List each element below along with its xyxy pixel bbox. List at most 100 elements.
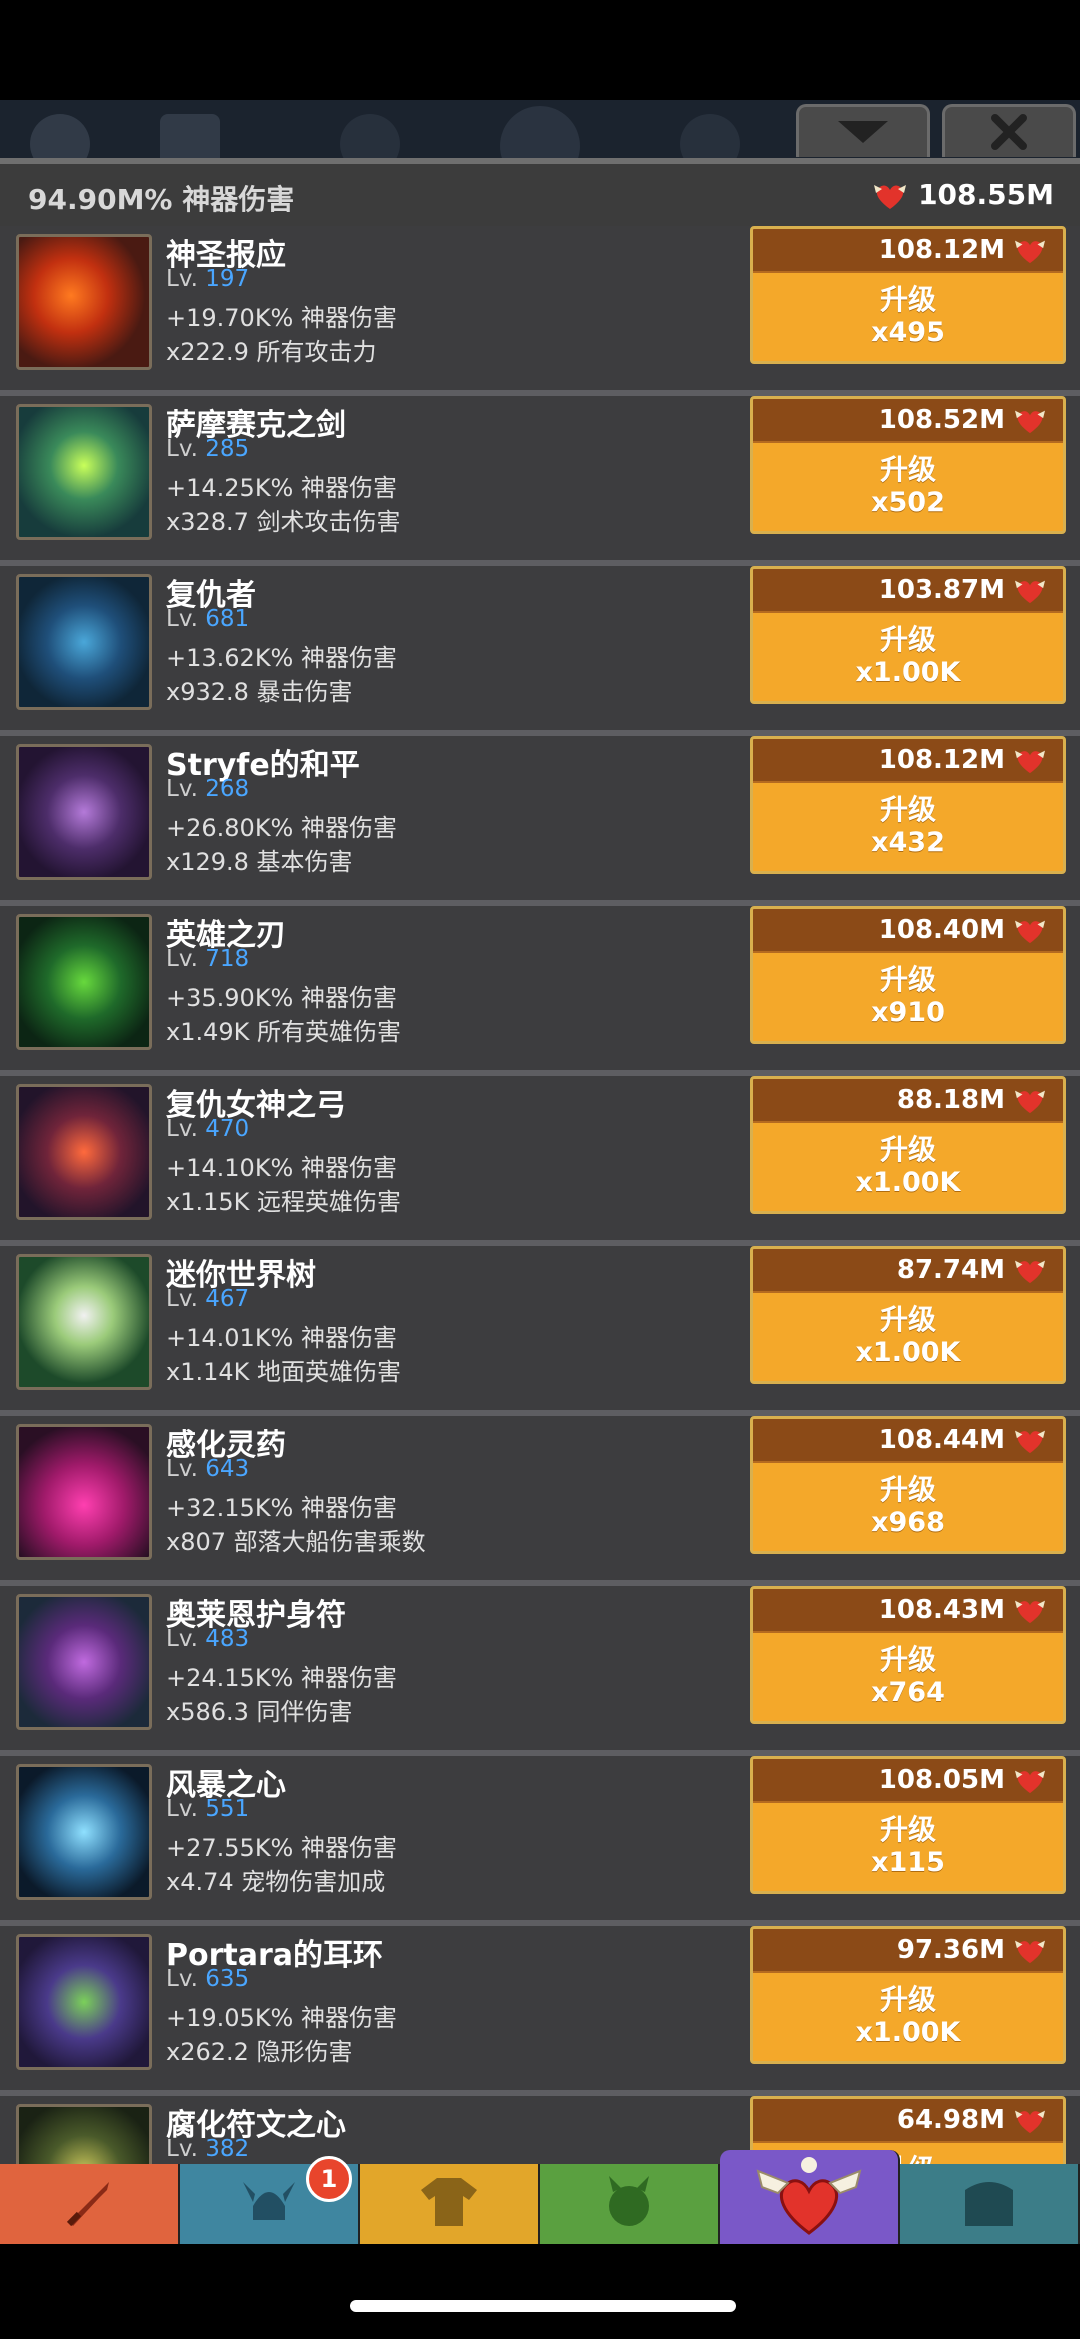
close-tab[interactable] bbox=[942, 104, 1076, 157]
tree-icon[interactable] bbox=[16, 1254, 152, 1390]
artifact-stat-primary: +14.25K% 神器伤害 bbox=[166, 474, 397, 502]
relic-icon bbox=[1015, 920, 1045, 944]
artifact-row[interactable]: Stryfe的和平 Lv. 268 +26.80K% 神器伤害 x129.8 基… bbox=[0, 736, 1080, 906]
bow-icon[interactable] bbox=[16, 1084, 152, 1220]
viking-helmet-icon bbox=[239, 2172, 299, 2236]
nav-tab-chest[interactable] bbox=[900, 2164, 1080, 2244]
artifact-stat-secondary: x1.14K 地面英雄伤害 bbox=[166, 1358, 402, 1386]
nav-tab-pet[interactable] bbox=[540, 2164, 720, 2244]
relic-icon bbox=[1015, 2110, 1045, 2134]
upgrade-button[interactable]: 108.44M 升级 x968 bbox=[750, 1416, 1066, 1554]
relic-icon bbox=[1015, 1090, 1045, 1114]
upgrade-cost: 88.18M bbox=[753, 1079, 1063, 1123]
artifact-header: 94.90M% 神器伤害 108.55M bbox=[0, 158, 1080, 226]
green-sword-icon[interactable] bbox=[16, 404, 152, 540]
artifact-stat-primary: +14.01K% 神器伤害 bbox=[166, 1324, 397, 1352]
upgrade-multiplier: x1.00K bbox=[855, 2017, 961, 2048]
upgrade-button[interactable]: 108.05M 升级 x115 bbox=[750, 1756, 1066, 1894]
upgrade-multiplier: x432 bbox=[871, 827, 945, 858]
artifact-stat-primary: +32.15K% 神器伤害 bbox=[166, 1494, 397, 1522]
upgrade-cost: 64.98M bbox=[753, 2099, 1063, 2143]
nav-tab-sword[interactable] bbox=[0, 2164, 180, 2244]
upgrade-button[interactable]: 108.12M 升级 x432 bbox=[750, 736, 1066, 874]
artifact-stat-secondary: x328.7 剑术攻击伤害 bbox=[166, 508, 401, 536]
artifact-level: Lv. 681 bbox=[166, 606, 250, 632]
artifact-level: Lv. 718 bbox=[166, 946, 250, 972]
upgrade-multiplier: x910 bbox=[871, 997, 945, 1028]
upgrade-button[interactable]: 108.12M 升级 x495 bbox=[750, 226, 1066, 364]
artifact-stat-primary: +13.62K% 神器伤害 bbox=[166, 644, 397, 672]
upgrade-button[interactable]: 87.74M 升级 x1.00K bbox=[750, 1246, 1066, 1384]
upgrade-cost: 97.36M bbox=[753, 1929, 1063, 1973]
nav-tab-winged-heart[interactable] bbox=[720, 2150, 900, 2244]
storm-orb-icon[interactable] bbox=[16, 1764, 152, 1900]
upgrade-cost: 108.12M bbox=[753, 229, 1063, 273]
relic-amount: 108.55M bbox=[918, 178, 1054, 211]
artifact-row[interactable]: 感化灵药 Lv. 643 +32.15K% 神器伤害 x807 部落大船伤害乘数… bbox=[0, 1416, 1080, 1586]
collapse-tab[interactable] bbox=[796, 104, 930, 157]
orb-icon bbox=[680, 114, 740, 160]
upgrade-button[interactable]: 108.40M 升级 x910 bbox=[750, 906, 1066, 1044]
upgrade-cost: 108.43M bbox=[753, 1589, 1063, 1633]
artifact-stat-secondary: x1.49K 所有英雄伤害 bbox=[166, 1018, 402, 1046]
gear-icon[interactable] bbox=[30, 114, 90, 160]
notification-badge: 1 bbox=[306, 2156, 352, 2202]
artifact-stat-secondary: x262.2 隐形伤害 bbox=[166, 2038, 353, 2066]
upgrade-button[interactable]: 88.18M 升级 x1.00K bbox=[750, 1076, 1066, 1214]
artifact-row[interactable]: 迷你世界树 Lv. 467 +14.01K% 神器伤害 x1.14K 地面英雄伤… bbox=[0, 1246, 1080, 1416]
upgrade-multiplier: x115 bbox=[871, 1847, 945, 1878]
artifact-list[interactable]: 神圣报应 Lv. 197 +19.70K% 神器伤害 x222.9 所有攻击力 … bbox=[0, 226, 1080, 2266]
artifact-level: Lv. 382 bbox=[166, 2136, 250, 2162]
relic-balance: 108.55M bbox=[872, 178, 1054, 211]
artifact-level: Lv. 483 bbox=[166, 1626, 250, 1652]
upgrade-label: 升级 bbox=[879, 1643, 936, 1676]
amulet-icon[interactable] bbox=[16, 1594, 152, 1730]
artifact-stat-primary: +14.10K% 神器伤害 bbox=[166, 1154, 397, 1182]
upgrade-label: 升级 bbox=[879, 623, 936, 656]
artifact-level: Lv. 551 bbox=[166, 1796, 250, 1822]
artifact-row[interactable]: 复仇者 Lv. 681 +13.62K% 神器伤害 x932.8 暴击伤害 10… bbox=[0, 566, 1080, 736]
artifact-row[interactable]: Portara的耳环 Lv. 635 +19.05K% 神器伤害 x262.2 … bbox=[0, 1926, 1080, 2096]
upgrade-label: 升级 bbox=[879, 1813, 936, 1846]
relic-icon bbox=[1015, 1430, 1045, 1454]
blue-blade-icon[interactable] bbox=[16, 574, 152, 710]
upgrade-button[interactable]: 108.52M 升级 x502 bbox=[750, 396, 1066, 534]
artifact-stat-secondary: x932.8 暴击伤害 bbox=[166, 678, 353, 706]
earring-icon[interactable] bbox=[16, 1934, 152, 2070]
upgrade-label: 升级 bbox=[879, 793, 936, 826]
home-indicator[interactable] bbox=[350, 2300, 736, 2312]
upgrade-multiplier: x1.00K bbox=[855, 1337, 961, 1368]
artifact-row[interactable]: 萨摩赛克之剑 Lv. 285 +14.25K% 神器伤害 x328.7 剑术攻击… bbox=[0, 396, 1080, 566]
upgrade-cost: 108.05M bbox=[753, 1759, 1063, 1803]
relic-icon bbox=[1015, 580, 1045, 604]
winged-heart-icon bbox=[754, 2153, 864, 2241]
upgrade-multiplier: x1.00K bbox=[855, 657, 961, 688]
relic-icon bbox=[1015, 1940, 1045, 1964]
relic-icon bbox=[1015, 1770, 1045, 1794]
relic-icon bbox=[1015, 410, 1045, 434]
artifact-stat-primary: +26.80K% 神器伤害 bbox=[166, 814, 397, 842]
relic-icon bbox=[1015, 240, 1045, 264]
artifact-row[interactable]: 复仇女神之弓 Lv. 470 +14.10K% 神器伤害 x1.15K 远程英雄… bbox=[0, 1076, 1080, 1246]
winged-dagger-icon[interactable] bbox=[16, 744, 152, 880]
flame-sword-icon[interactable] bbox=[16, 234, 152, 370]
viking-icon[interactable] bbox=[160, 114, 220, 160]
artifact-level: Lv. 467 bbox=[166, 1286, 250, 1312]
artifact-row[interactable]: 英雄之刃 Lv. 718 +35.90K% 神器伤害 x1.49K 所有英雄伤害… bbox=[0, 906, 1080, 1076]
relic-icon bbox=[1015, 1600, 1045, 1624]
artifact-stat-primary: +35.90K% 神器伤害 bbox=[166, 984, 397, 1012]
potion-icon[interactable] bbox=[16, 1424, 152, 1560]
upgrade-multiplier: x764 bbox=[871, 1677, 945, 1708]
upgrade-label: 升级 bbox=[879, 283, 936, 316]
artifact-row[interactable]: 神圣报应 Lv. 197 +19.70K% 神器伤害 x222.9 所有攻击力 … bbox=[0, 226, 1080, 396]
artifact-row[interactable]: 风暴之心 Lv. 551 +27.55K% 神器伤害 x4.74 宠物伤害加成 … bbox=[0, 1756, 1080, 1926]
upgrade-button[interactable]: 108.43M 升级 x764 bbox=[750, 1586, 1066, 1724]
upgrade-button[interactable]: 97.36M 升级 x1.00K bbox=[750, 1926, 1066, 2064]
nav-tab-shirt[interactable] bbox=[360, 2164, 540, 2244]
nav-tab-viking-helmet[interactable]: 1 bbox=[180, 2156, 360, 2244]
home-area bbox=[0, 2244, 1080, 2339]
upgrade-multiplier: x1.00K bbox=[855, 1167, 961, 1198]
hero-blade-icon[interactable] bbox=[16, 914, 152, 1050]
upgrade-button[interactable]: 103.87M 升级 x1.00K bbox=[750, 566, 1066, 704]
artifact-row[interactable]: 奥莱恩护身符 Lv. 483 +24.15K% 神器伤害 x586.3 同伴伤害… bbox=[0, 1586, 1080, 1756]
